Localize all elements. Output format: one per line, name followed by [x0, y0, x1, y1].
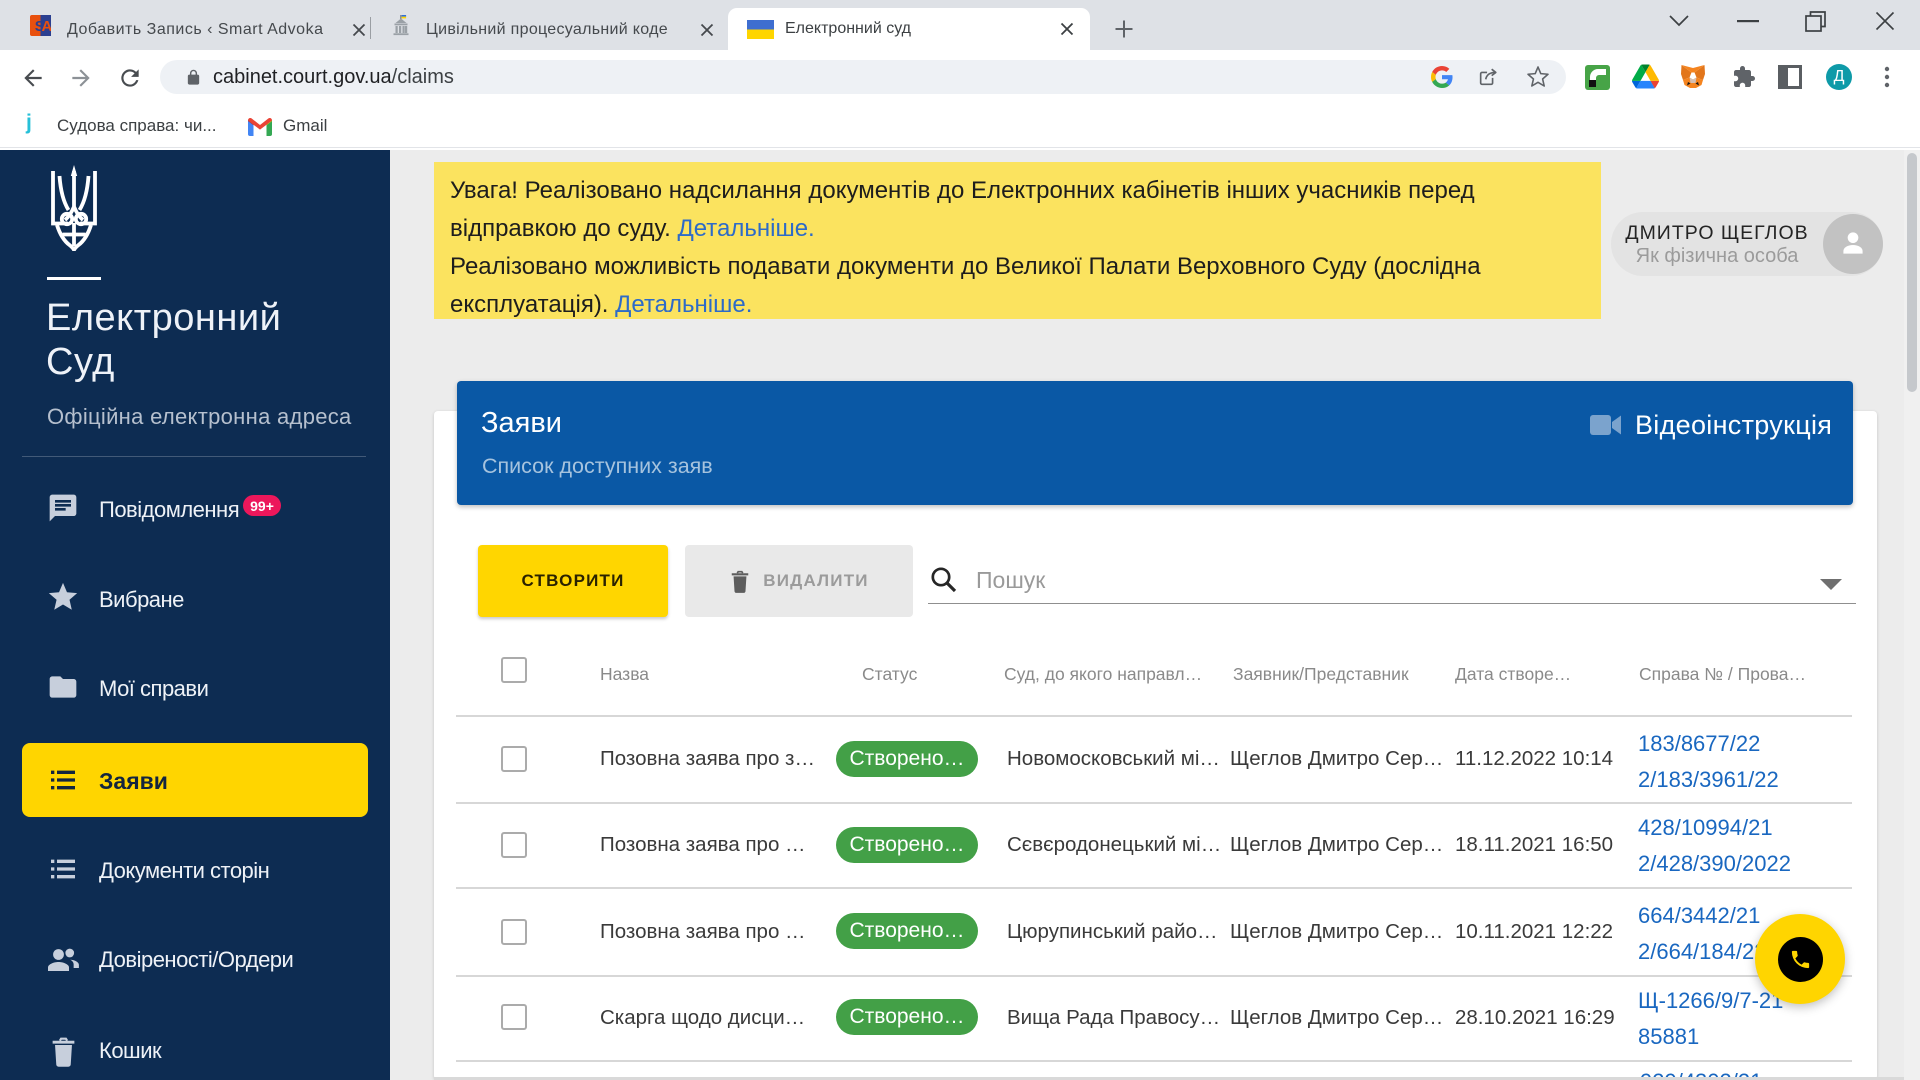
svg-text:A: A [42, 18, 52, 35]
